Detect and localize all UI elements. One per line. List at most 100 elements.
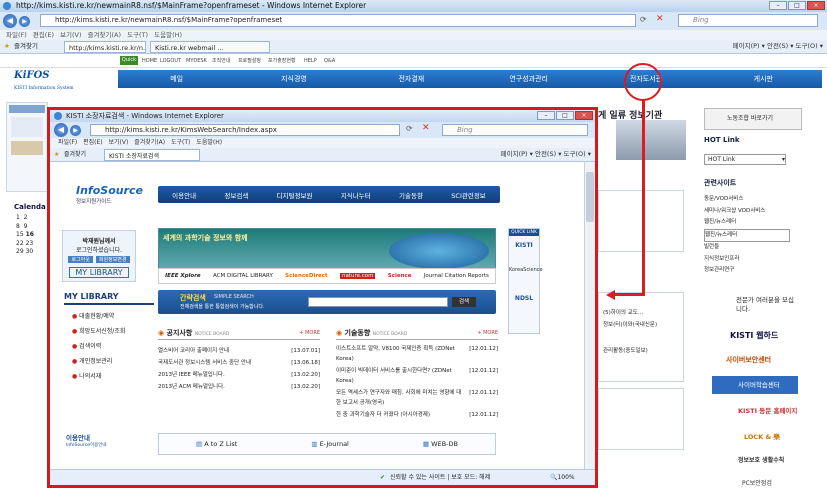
popup-search-box[interactable]: Bing [442, 124, 588, 136]
maximize-button[interactable]: □ [556, 111, 574, 120]
favorites-button[interactable]: 즐겨찾기 [64, 148, 86, 161]
is-nav-search[interactable]: 정보검색 [224, 190, 248, 200]
top-link-trip[interactable]: 포가출장현황 [268, 54, 296, 68]
mylib-item-history[interactable]: ● 검색이력 [72, 339, 154, 354]
popup-scrollbar[interactable] [584, 162, 595, 469]
close-button[interactable]: × [807, 1, 825, 10]
quick-koreascience[interactable]: KoreaScience [509, 267, 543, 273]
tech-row[interactable]: 모든 역세스가 연구자와 매칭. 사회에 미치는 영향에 대한 보고서 공개(영… [336, 388, 498, 408]
top-link-logout[interactable]: LOGOUT [160, 54, 181, 68]
stop-icon[interactable]: ✕ [422, 123, 430, 133]
back-icon[interactable]: ◀ [54, 123, 68, 137]
related-item[interactable]: 웹진/뉴스레터 [704, 228, 790, 242]
outer-search-box[interactable]: Bing [678, 14, 818, 27]
related-item[interactable]: 동문/VOD서비스 [704, 194, 790, 206]
outer-tab-webmail[interactable]: Kisti.re.kr webmail ... [150, 41, 270, 53]
is-nav-guide[interactable]: 이용안내 [172, 190, 196, 200]
logo-acm[interactable]: ACM DIGITAL LIBRARY [213, 273, 273, 279]
outer-menu-bar[interactable]: 파일(F) 편집(E) 보기(V) 즐겨찾기(A) 도구(T) 도움말(H) [0, 30, 827, 40]
union-banner[interactable]: 노동조합 바로가기 [704, 108, 802, 130]
close-button[interactable]: × [575, 111, 593, 120]
quick-ndsl[interactable]: NDSL [509, 295, 539, 302]
maximize-button[interactable]: □ [788, 1, 806, 10]
logo-ieee[interactable]: IEEE Xplore [165, 273, 201, 279]
top-link-help[interactable]: HELP [304, 54, 317, 68]
cal-day[interactable]: 15 [16, 231, 24, 238]
mylib-item-request[interactable]: ● 희망도서신청/조회 [72, 324, 154, 339]
star-icon[interactable]: ★ [54, 148, 59, 161]
outer-command-bar[interactable]: 페이지(P) ▾ 안전(S) ▾ 도구(O) ▾ [733, 40, 823, 53]
pc-check-banner[interactable]: PC보안점검 [712, 476, 798, 492]
related-item[interactable]: 지식정보인프라 [704, 254, 790, 266]
outer-address-bar[interactable]: http://kims.kisti.re.kr/newmainR8.nsf/$M… [40, 14, 636, 27]
scrollbar-thumb[interactable] [586, 172, 594, 222]
refresh-icon[interactable]: ⟳ [640, 15, 647, 24]
nav-board[interactable]: 게시판 [705, 74, 822, 84]
minimize-button[interactable]: – [537, 111, 555, 120]
minimize-button[interactable]: – [769, 1, 787, 10]
mid-news-2[interactable]: 정보(터)이와(국내신문) [603, 319, 683, 331]
mid-news-1[interactable]: (5)하이의 교도... [603, 307, 683, 319]
mylib-item-shelf[interactable]: ● 나의서재 [72, 369, 154, 384]
is-nav-sci[interactable]: SCI관련정보 [451, 190, 486, 200]
notice-row[interactable]: 2013년 ACM 메뉴얼입니다. [13.02.20] [158, 381, 320, 393]
cyber-learning-banner[interactable]: 사이버학습센터 [712, 376, 798, 394]
related-item[interactable]: 웹진/뉴스레터 [704, 217, 790, 229]
atoz-link[interactable]: ▤ A to Z List [196, 440, 237, 448]
cal-day[interactable]: 22 [16, 240, 24, 247]
cal-day[interactable]: 1 [16, 214, 20, 221]
cal-day[interactable]: 9 [24, 223, 28, 230]
nav-approval[interactable]: 전자결재 [353, 74, 470, 84]
nav-research[interactable]: 연구성과관리 [470, 74, 587, 84]
popup-menu-bar[interactable]: 파일(F) 편집(E) 보기(V) 즐겨찾기(A) 도구(T) 도움말(H) [50, 138, 595, 148]
top-link-profile[interactable]: 프로필설정 [238, 54, 261, 68]
notice-row[interactable]: 국제도서관 정보시스템 서비스 중단 안내 [13.06.18] [158, 357, 320, 369]
is-nav-trend[interactable]: 기술동향 [399, 190, 423, 200]
cyber-security-banner[interactable]: 사이버보안센터 [712, 352, 798, 368]
refresh-icon[interactable]: ⟳ [406, 124, 413, 133]
mid-news-3[interactable]: 관리활동(중도일보) [603, 345, 683, 357]
logo-jcr[interactable]: Journal Citation Reports [424, 273, 489, 279]
logo-sciencedirect[interactable]: ScienceDirect [285, 273, 328, 279]
related-item[interactable]: 정보관리연구 [704, 265, 790, 277]
quick-kisti[interactable]: KISTI [509, 242, 539, 249]
forward-icon[interactable]: ▶ [70, 125, 81, 136]
related-item[interactable]: 세미나/워크샵 VOD서비스 [704, 206, 790, 218]
is-nav-digital[interactable]: 디지털정보원 [277, 190, 313, 200]
hot-link-select[interactable]: HOT Link ▾ [704, 154, 786, 165]
mylib-item-loans[interactable]: ● 대출현황/예약 [72, 309, 154, 324]
top-link-qna[interactable]: Q&A [324, 54, 335, 68]
expert-banner[interactable]: 전문가 여러분을 모십니다. [712, 296, 798, 322]
cal-day[interactable]: 8 [16, 223, 20, 230]
stop-icon[interactable]: ✕ [656, 14, 664, 24]
top-link-home[interactable]: HOME [142, 54, 157, 68]
tech-row[interactable]: 한 중 과학기술자 더 커졌다 (아시아경제) [12.01.12] [336, 410, 498, 420]
forward-icon[interactable]: ▶ [19, 16, 30, 27]
cal-day[interactable]: 29 [16, 248, 24, 255]
star-icon[interactable]: ★ [4, 40, 10, 53]
notice-row[interactable]: 2013년 IEEE 메뉴얼입니다. [13.02.20] [158, 369, 320, 381]
logout-button[interactable]: 로그아웃 [68, 256, 93, 263]
top-link-org[interactable]: 조직안내 [212, 54, 230, 68]
nav-knowledge[interactable]: 지식경영 [235, 74, 352, 84]
popup-command-bar[interactable]: 페이지(P) ▾ 안전(S) ▾ 도구(O) ▾ [501, 148, 591, 161]
cal-day[interactable]: 23 [26, 240, 34, 247]
quick-badge[interactable]: Quick [120, 56, 138, 65]
cal-day[interactable]: 16 [26, 231, 34, 238]
is-nav-knowledge[interactable]: 지식나누터 [341, 190, 371, 200]
tech-row[interactable]: 이스트소프트 알약, V8100 국제인증 획득 (ZDNet Korea) [1… [336, 344, 498, 364]
cal-day[interactable]: 30 [26, 248, 34, 255]
zoom-control[interactable]: 🔍100% [550, 470, 575, 485]
back-icon[interactable]: ◀ [3, 14, 17, 28]
webdb-link[interactable]: ▦ WEB-DB [423, 440, 458, 448]
popup-address-bar[interactable]: http://kims.kisti.re.kr/KimsWebSearch/In… [90, 124, 400, 136]
logo-science[interactable]: Science [388, 273, 412, 279]
outer-tab-kims[interactable]: http://kims.kisti.re.kr/n... [64, 41, 146, 53]
cal-day[interactable]: 2 [24, 214, 28, 221]
tech-row[interactable]: 이미준이 빅데이터 서비스를 출시한다면? (ZDNet Korea) [12.0… [336, 366, 498, 386]
top-link-mydesk[interactable]: MYDESK [186, 54, 207, 68]
kifos-logo[interactable]: KiFOS KISTI Information System [14, 70, 74, 92]
my-library-button[interactable]: MY LIBRARY [69, 267, 129, 278]
infosource-logo[interactable]: InfoSource 정보지원가이드 [76, 184, 143, 205]
tech-more-link[interactable]: + MORE [477, 326, 498, 340]
